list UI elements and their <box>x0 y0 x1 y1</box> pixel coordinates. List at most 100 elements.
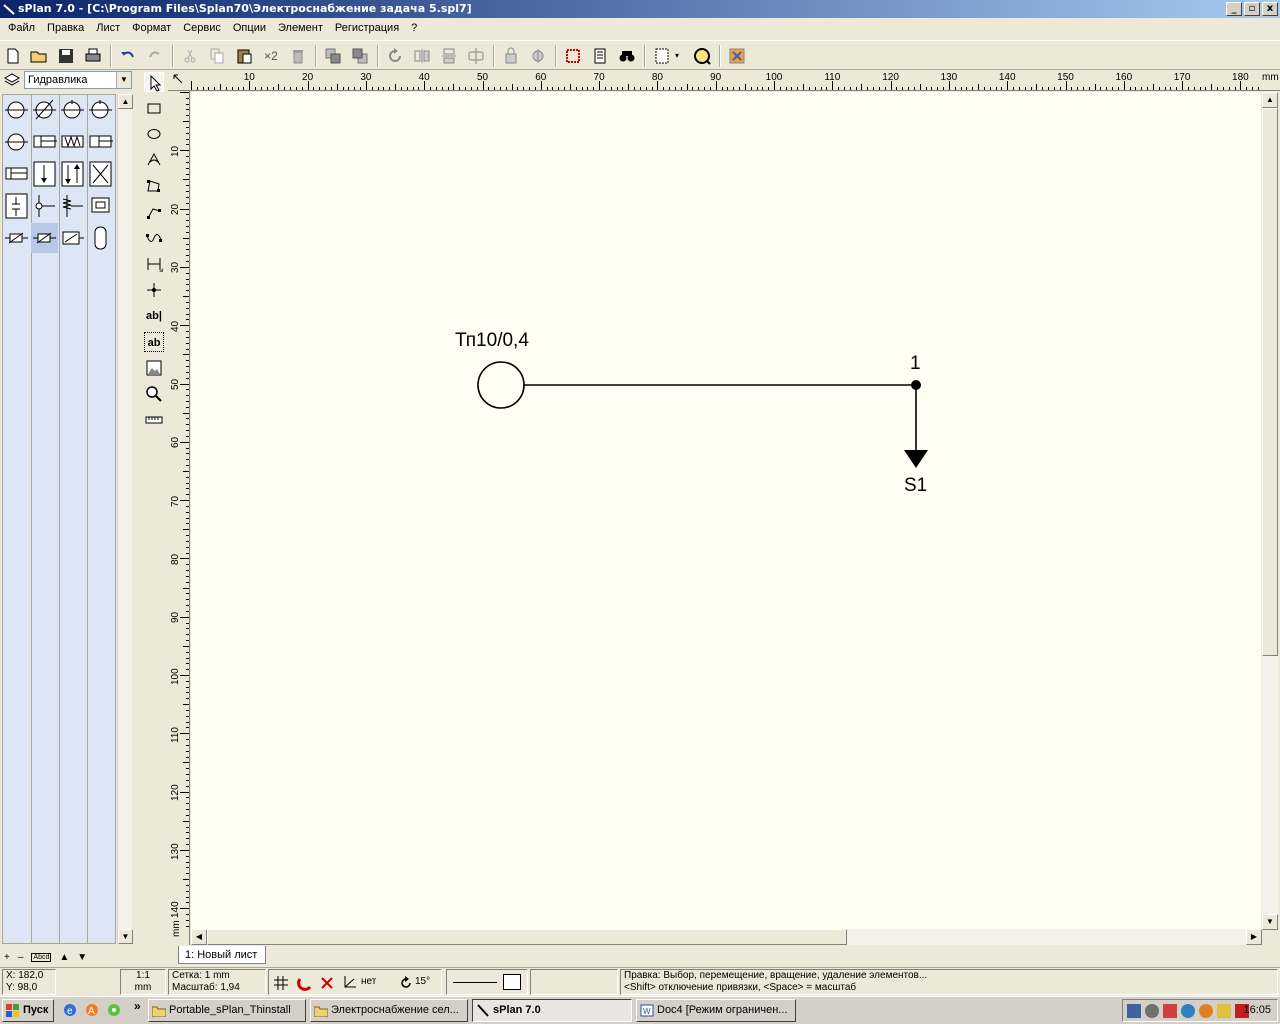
save-icon[interactable] <box>56 46 76 66</box>
lib-symbol-throttle[interactable] <box>3 223 30 253</box>
rotate-icon[interactable] <box>385 46 405 66</box>
icq-icon[interactable] <box>106 1002 122 1018</box>
lib-symbol-valve-down[interactable] <box>31 159 58 189</box>
scroll-right-icon[interactable]: ▶ <box>1246 929 1262 945</box>
task-portable-splan[interactable]: Portable_sPlan_Thinstall <box>148 999 306 1022</box>
vertical-scroll-thumb[interactable] <box>1262 108 1278 656</box>
network-icon[interactable] <box>1127 1004 1141 1018</box>
cut-icon[interactable] <box>180 46 200 66</box>
lib-symbol-pump[interactable] <box>3 127 30 157</box>
snap-off-icon[interactable] <box>319 975 335 991</box>
line-tool-icon[interactable] <box>144 202 164 222</box>
menu-edit[interactable]: Правка <box>41 18 90 38</box>
node-label[interactable]: 1 <box>910 353 921 374</box>
send-back-icon[interactable] <box>350 46 370 66</box>
grid-toggle-icon[interactable] <box>273 975 289 991</box>
scale-ratio[interactable]: 1:1 mm <box>120 969 166 995</box>
rotation-angle-value[interactable]: 15° <box>415 970 430 994</box>
library-category-select[interactable]: Гидравлика ▼ <box>24 71 132 89</box>
lib-symbol-throttle-selected[interactable] <box>31 223 58 253</box>
ungroup-icon[interactable] <box>528 46 548 66</box>
angle-icon[interactable] <box>343 975 357 989</box>
menu-file[interactable]: Файл <box>2 18 41 38</box>
update-icon[interactable] <box>1181 1004 1195 1018</box>
task-splan[interactable]: sPlan 7.0 <box>472 999 632 1022</box>
horizontal-scroll-thumb[interactable] <box>207 929 847 945</box>
library-add-button[interactable]: + <box>4 952 10 963</box>
restore-button[interactable]: ▫ <box>1244 2 1260 16</box>
text-tool-button[interactable]: ab| <box>144 306 164 326</box>
junction-tool-icon[interactable] <box>144 280 164 300</box>
lib-symbol-filter-box[interactable] <box>87 191 114 221</box>
menu-element[interactable]: Элемент <box>272 18 329 38</box>
parts-list-icon[interactable] <box>590 46 610 66</box>
duplicate-x2-button[interactable]: ×2 <box>261 46 281 66</box>
lib-symbol-cylinder[interactable] <box>31 127 58 157</box>
zoom-tool-icon[interactable] <box>144 384 164 404</box>
lib-symbol-valve-updown[interactable] <box>59 159 86 189</box>
antivirus-icon[interactable] <box>1199 1004 1213 1018</box>
page-dropdown-icon[interactable]: ▾ <box>675 46 685 66</box>
avast-icon[interactable]: A <box>84 1002 100 1018</box>
lib-symbol-accumulator[interactable] <box>87 223 114 253</box>
library-remove-button[interactable]: – <box>18 952 24 963</box>
select-arrow-icon[interactable] <box>144 72 164 92</box>
lib-symbol-flow-control[interactable] <box>59 223 86 253</box>
mirror-v-icon[interactable] <box>439 46 459 66</box>
copy-icon[interactable] <box>207 46 227 66</box>
align-icon[interactable] <box>466 46 486 66</box>
scroll-down-icon[interactable]: ▼ <box>1262 914 1278 930</box>
canvas-vertical-scrollbar[interactable]: ▲ ▼ <box>1262 92 1278 930</box>
canvas-horizontal-scrollbar[interactable]: ◀ ▶ <box>191 929 1262 945</box>
lib-symbol-cylinder-double[interactable] <box>87 127 114 157</box>
find-binoculars-icon[interactable] <box>617 46 637 66</box>
lib-symbol-cylinder-spring[interactable] <box>59 127 86 157</box>
lib-symbol-gauge-adjustable[interactable] <box>31 95 58 125</box>
task-electro-folder[interactable]: Электроснабжение сел... <box>310 999 468 1022</box>
menu-registration[interactable]: Регистрация <box>329 18 405 38</box>
textbox-tool-button[interactable]: ab <box>144 332 164 352</box>
ie-icon[interactable]: e <box>62 1002 78 1018</box>
lib-symbol-spring-valve[interactable] <box>59 191 86 221</box>
chevron-down-icon[interactable]: ▼ <box>116 72 131 88</box>
zoom-page-icon[interactable] <box>692 46 712 66</box>
library-move-down-button[interactable]: ▼ <box>77 952 87 963</box>
angle-snap-value[interactable]: нет <box>361 970 376 994</box>
paste-icon[interactable] <box>234 46 254 66</box>
load-label[interactable]: S1 <box>904 475 927 496</box>
source-label[interactable]: Тп10/0,4 <box>455 330 529 351</box>
rotation-icon[interactable] <box>399 976 413 990</box>
snap-magnet-icon[interactable] <box>297 975 313 991</box>
menu-help[interactable]: ? <box>405 18 423 38</box>
menu-service[interactable]: Сервис <box>177 18 227 38</box>
scroll-left-icon[interactable]: ◀ <box>191 929 207 945</box>
task-word-doc4[interactable]: W Doc4 [Режим ограничен... <box>636 999 796 1022</box>
minimize-button[interactable]: _ <box>1226 2 1242 16</box>
group-icon[interactable] <box>501 46 521 66</box>
lib-symbol-motor[interactable] <box>59 95 86 125</box>
bezier-tool-icon[interactable] <box>144 228 164 248</box>
lib-symbol-valve-closed[interactable] <box>3 191 30 221</box>
menu-format[interactable]: Формат <box>126 18 177 38</box>
open-folder-icon[interactable] <box>29 46 49 66</box>
volume-icon[interactable] <box>1145 1004 1159 1018</box>
dimension-tool-icon[interactable] <box>144 254 164 274</box>
load-arrow[interactable] <box>904 450 928 468</box>
library-editor-icon[interactable] <box>727 46 747 66</box>
source-circle[interactable] <box>477 361 525 409</box>
lib-symbol-motor-2[interactable] <box>87 95 114 125</box>
quicklaunch-chevron[interactable]: » <box>134 999 141 1013</box>
lib-symbol-gauge[interactable] <box>3 95 30 125</box>
library-scrollbar[interactable]: ▲ ▼ <box>117 94 133 944</box>
scroll-down-icon[interactable]: ▼ <box>118 929 133 944</box>
bring-front-icon[interactable] <box>323 46 343 66</box>
new-file-icon[interactable] <box>3 46 23 66</box>
lib-symbol-valve-cross[interactable] <box>87 159 114 189</box>
polygon-tool-icon[interactable] <box>144 150 164 170</box>
drawing-canvas[interactable]: Тп10/0,4 1 S1 <box>191 92 1261 930</box>
page-setup-icon[interactable] <box>652 46 672 66</box>
lib-symbol-cylinder-3[interactable] <box>3 159 30 189</box>
mirror-h-icon[interactable] <box>412 46 432 66</box>
scroll-up-icon[interactable]: ▲ <box>1262 92 1278 108</box>
library-text-button[interactable]: Abcd <box>31 952 52 962</box>
